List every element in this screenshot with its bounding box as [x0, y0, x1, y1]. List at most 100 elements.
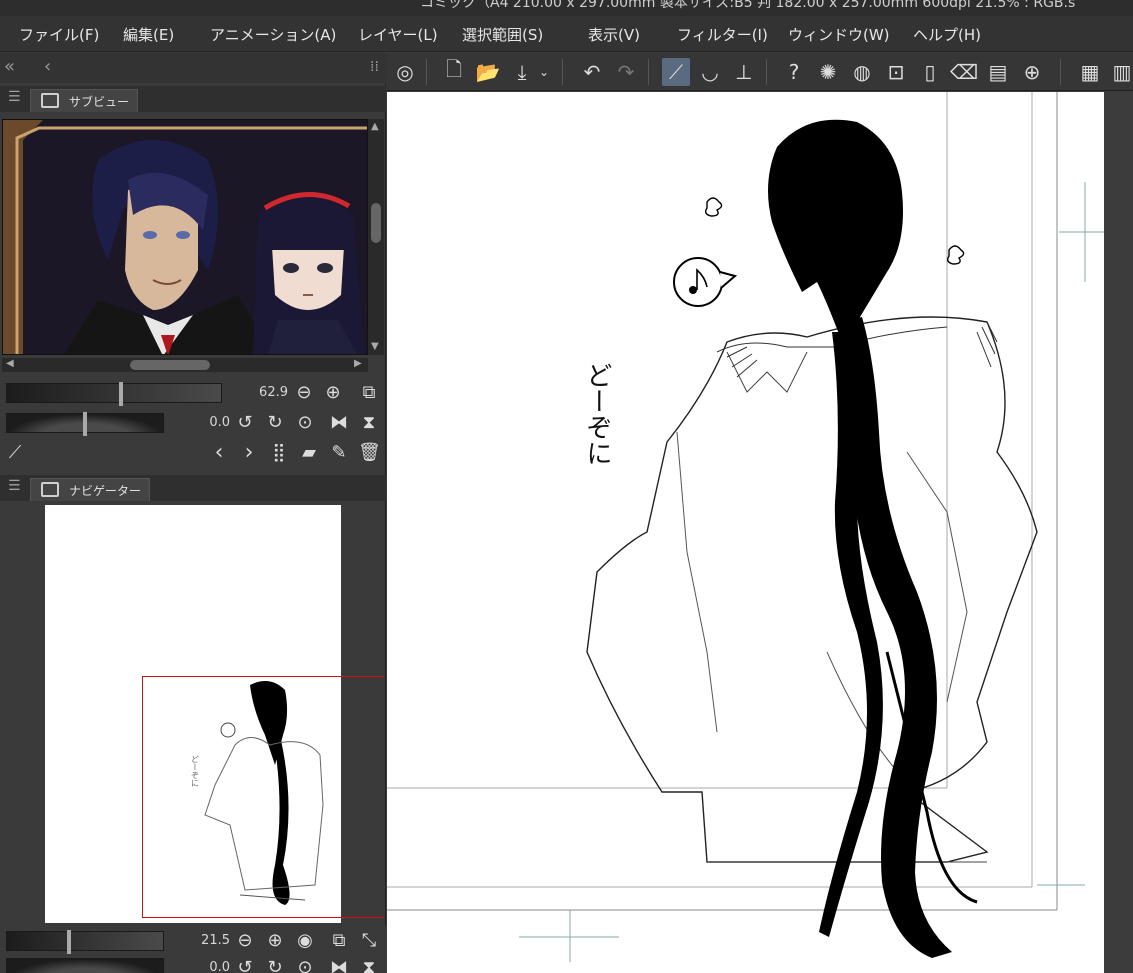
tab-navigator[interactable]: ナビゲーター [30, 478, 151, 501]
rotate-right-icon[interactable]: ↻ [264, 413, 286, 433]
save-icon[interactable]: ⤓ [508, 58, 536, 86]
scroll-down-icon[interactable]: ▼ [371, 341, 379, 352]
undo-icon[interactable]: ↶ [578, 58, 606, 86]
scroll-left-icon[interactable]: ◀ [6, 358, 14, 369]
slider-knob[interactable] [119, 382, 123, 406]
window-title: コミック（A4 210.00 x 297.00mm 製本サイズ:B5 判 182… [420, 0, 1076, 11]
navigator-tab-row: ☰ ナビゲーター [0, 475, 386, 501]
scroll-up-icon[interactable]: ▲ [371, 121, 379, 132]
subview-reference-image[interactable] [2, 119, 368, 355]
reset-rotation-icon[interactable]: ⊙ [294, 958, 316, 973]
subview-rotate-slider[interactable] [6, 412, 164, 436]
toolbar-separator [1060, 59, 1061, 85]
zoom-in-icon[interactable]: ⊕ [264, 931, 286, 951]
zoom-out-icon[interactable]: ⊖ [234, 931, 256, 951]
navigator-zoom-slider[interactable] [6, 930, 164, 954]
transparency-icon[interactable]: ◍ [848, 58, 876, 86]
delete-image-icon[interactable]: 🗑 [358, 443, 381, 463]
canvas-area[interactable]: どーぞに [387, 92, 1133, 973]
scroll-thumb[interactable] [371, 203, 381, 243]
menu-bar: ファイル(F) 編集(E) アニメーション(A) レイヤー(L) 選択範囲(S)… [0, 16, 1133, 52]
double-chevron-left-icon[interactable]: « [4, 56, 15, 77]
navigator-rotate-value: 0.0 [209, 960, 230, 973]
menu-help[interactable]: ヘルプ(H) [913, 24, 981, 45]
chevron-left-icon[interactable]: ‹ [44, 56, 51, 77]
reset-rotation-icon[interactable]: ⊙ [294, 413, 316, 433]
edit-image-icon[interactable]: ✎ [328, 443, 350, 463]
zoom-out-icon[interactable]: ⊖ [293, 383, 315, 403]
toolbar-separator [766, 59, 767, 85]
device-icon[interactable]: ▦ [1076, 58, 1104, 86]
menu-file[interactable]: ファイル(F) [19, 24, 99, 45]
menu-window[interactable]: ウィンドウ(W) [788, 24, 890, 45]
snap-to-grid-icon[interactable]: ⊥ [730, 58, 758, 86]
rotate-right-icon[interactable]: ↻ [264, 958, 286, 973]
fill-icon[interactable]: ▤ [984, 58, 1012, 86]
panel-header: « ‹ ⁞⁞ [0, 53, 386, 83]
rotate-left-icon[interactable]: ↺ [234, 958, 256, 973]
frame-icon[interactable]: ▯ [916, 58, 944, 86]
previous-image-icon[interactable]: ‹ [208, 442, 230, 464]
dual-screen-icon[interactable]: ▥ [1108, 58, 1133, 86]
canvas-right-edge [1104, 92, 1133, 973]
navigator-view-frame[interactable] [142, 676, 384, 918]
flip-vertical-icon[interactable]: ⧗ [358, 413, 380, 433]
snap-to-special-ruler-icon[interactable]: ◡ [696, 58, 724, 86]
subview-rotate-value: 0.0 [209, 415, 230, 430]
flip-horizontal-icon[interactable]: ⧓ [328, 958, 350, 973]
redo-icon[interactable]: ↷ [612, 58, 640, 86]
fit-page-icon[interactable]: ⤡ [358, 931, 380, 951]
actual-size-icon[interactable]: ◉ [294, 931, 316, 951]
menu-edit[interactable]: 編集(E) [123, 24, 174, 45]
grip-icon[interactable]: ⁞⁞ [370, 59, 379, 75]
scroll-right-icon[interactable]: ▶ [354, 358, 362, 369]
snap-to-ruler-icon[interactable]: ⟋ [662, 58, 690, 86]
canvas-page[interactable]: どーぞに [387, 92, 1104, 973]
clear-icon[interactable]: ⌫ [950, 58, 978, 86]
tab-navigator-label: ナビゲーター [69, 484, 142, 498]
slider-knob[interactable] [67, 930, 71, 954]
slider-knob[interactable] [83, 412, 87, 436]
subview-tab-icon [41, 93, 59, 108]
subview-horizontal-scrollbar[interactable]: ◀ ▶ [2, 358, 368, 372]
navigator-rotate-slider[interactable] [6, 958, 164, 973]
menu-animation[interactable]: アニメーション(A) [210, 24, 336, 45]
new-file-icon[interactable]: 🗋 [440, 57, 468, 86]
menu-layer[interactable]: レイヤー(L) [358, 24, 438, 45]
menu-view[interactable]: 表示(V) [588, 24, 640, 45]
toolbar-separator [562, 59, 563, 85]
tab-subview[interactable]: サブビュー [30, 89, 139, 112]
loading-icon[interactable]: ✺ [814, 58, 842, 86]
import-image-icon[interactable]: ▰ [298, 443, 320, 463]
rotate-left-icon[interactable]: ↺ [234, 413, 256, 433]
menu-selection[interactable]: 選択範囲(S) [462, 24, 543, 45]
clip-studio-icon[interactable]: ◎ [391, 58, 419, 86]
subview-zoom-slider[interactable] [6, 382, 222, 406]
flip-horizontal-icon[interactable]: ⧓ [328, 413, 350, 433]
globe-icon[interactable]: ⊕ [1018, 58, 1046, 86]
zoom-in-icon[interactable]: ⊕ [322, 383, 344, 403]
help-icon[interactable]: ? [780, 58, 808, 86]
fit-window-icon[interactable]: ⧉ [328, 931, 350, 951]
panel-menu-icon[interactable]: ☰ [8, 89, 21, 105]
subview-vertical-scrollbar[interactable]: ▲ ▼ [368, 119, 384, 355]
open-file-icon[interactable]: 📂 [474, 58, 502, 86]
menu-filter[interactable]: フィルター(I) [677, 24, 768, 45]
eyedropper-icon[interactable]: ⟋ [4, 443, 26, 463]
scroll-thumb[interactable] [130, 360, 210, 370]
navigator-preview[interactable]: どーぞに [2, 504, 384, 924]
chevron-down-icon[interactable]: ⌄ [536, 58, 552, 86]
title-bar: コミック（A4 210.00 x 297.00mm 製本サイズ:B5 判 182… [0, 0, 1133, 16]
next-image-icon[interactable]: › [238, 442, 260, 464]
image-list-icon[interactable]: ⣿ [268, 443, 290, 463]
command-bar: ◎ 🗋 📂 ⤓ ⌄ ↶ ↷ ⟋ ◡ ⊥ ? ✺ ◍ ⊡ ▯ ⌫ ▤ ⊕ ▦ ▥ [386, 53, 1133, 91]
toolbar-separator [426, 59, 427, 85]
navigator-controls: 21.5 ⊖ ⊕ ◉ ⧉ ⤡ 0.0 ↺ ↻ ⊙ ⧓ ⧗ [0, 926, 386, 973]
flip-vertical-icon[interactable]: ⧗ [358, 958, 380, 973]
fit-window-icon[interactable]: ⧉ [358, 383, 380, 403]
reference-illustration [3, 120, 367, 354]
left-panel: « ‹ ⁞⁞ ☰ サブビュー ▲ ▼ ◀ ▶ 62.9 ⊖ ⊕ ⧉ 0.0 ↺ … [0, 53, 386, 973]
subview-tab-row: ☰ サブビュー [0, 86, 386, 112]
fit-canvas-icon[interactable]: ⊡ [882, 58, 910, 86]
panel-menu-icon[interactable]: ☰ [8, 478, 21, 494]
